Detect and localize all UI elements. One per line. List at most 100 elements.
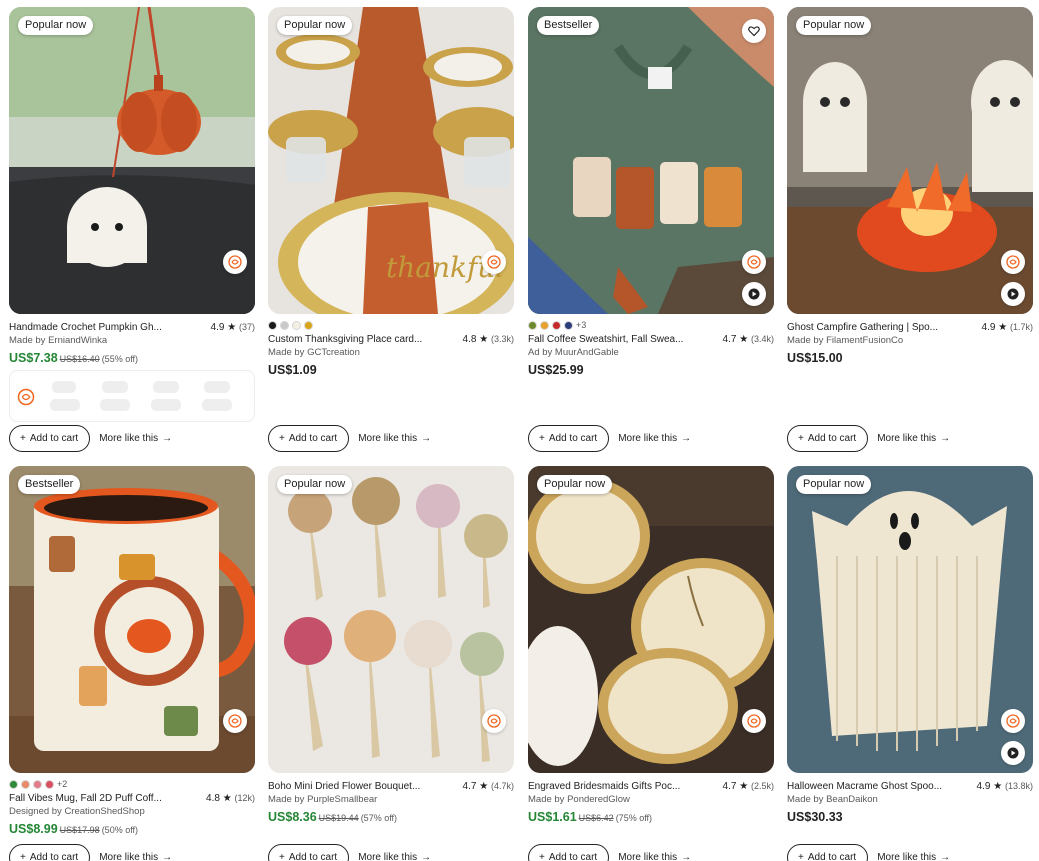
price: US$25.99 xyxy=(528,363,584,377)
plus-icon: + xyxy=(539,852,545,861)
etsy-bee-icon xyxy=(16,387,36,412)
product-image[interactable]: Popular now xyxy=(787,466,1033,773)
badge-bestseller: Bestseller xyxy=(18,475,81,494)
heart-icon[interactable] xyxy=(742,19,766,43)
badge-bestseller: Bestseller xyxy=(537,16,600,35)
play-icon[interactable] xyxy=(1001,741,1025,765)
more-like-this-link[interactable]: More like this → xyxy=(877,433,950,444)
arrow-right-icon: → xyxy=(940,852,951,861)
play-icon[interactable] xyxy=(1001,282,1025,306)
etsy-bee-icon xyxy=(1001,250,1025,274)
badge-popular-now: Popular now xyxy=(796,475,872,494)
product-card[interactable]: Popular now Boho Mini Dried Flower Bouqu… xyxy=(268,466,514,861)
product-card[interactable]: Popular now Handmade Crochet Pumpkin Gh.… xyxy=(9,7,255,452)
etsy-bee-icon xyxy=(482,709,506,733)
product-card[interactable]: Bestseller +2 Fall Vibes Mug, Fall 2D Pu… xyxy=(9,466,255,861)
product-title[interactable]: Fall Coffee Sweatshirt, Fall Swea... xyxy=(528,333,683,346)
product-title[interactable]: Custom Thanksgiving Place card... xyxy=(268,333,422,346)
product-title[interactable]: Ghost Campfire Gathering | Spo... xyxy=(787,321,938,334)
product-image[interactable]: Bestseller xyxy=(528,7,774,314)
add-to-cart-button[interactable]: + Add to cart xyxy=(268,844,350,861)
fall-vibes-mug-photo xyxy=(9,466,255,773)
price-row: US$1.61 US$6.42 (75% off) xyxy=(528,810,774,826)
ghost-campfire-photo xyxy=(787,7,1033,314)
product-title[interactable]: Fall Vibes Mug, Fall 2D Puff Coff... xyxy=(9,792,162,805)
plus-icon: + xyxy=(279,433,285,444)
original-price: US$16.40 xyxy=(59,354,100,364)
product-title[interactable]: Halloween Macrame Ghost Spoo... xyxy=(787,780,942,793)
add-to-cart-button[interactable]: + Add to cart xyxy=(268,425,350,452)
more-like-this-link[interactable]: More like this → xyxy=(618,852,691,861)
seller-name: Made by PurpleSmallbear xyxy=(268,794,378,805)
add-to-cart-button[interactable]: + Add to cart xyxy=(787,844,869,861)
more-like-this-link[interactable]: More like this → xyxy=(358,433,431,444)
plus-icon: + xyxy=(539,433,545,444)
product-title[interactable]: Engraved Bridesmaids Gifts Poc... xyxy=(528,780,680,793)
discount: (57% off) xyxy=(360,813,398,823)
product-image[interactable]: thankful Popular now xyxy=(268,7,514,314)
product-title[interactable]: Handmade Crochet Pumpkin Gh... xyxy=(9,321,162,334)
price: US$1.09 xyxy=(268,363,317,377)
star-icon: ★ xyxy=(739,781,749,792)
seller-name: Made by BeanDaikon xyxy=(787,794,878,805)
thanksgiving-place-card-photo: thankful xyxy=(268,7,514,314)
macrame-ghost-photo xyxy=(787,466,1033,773)
discount: (75% off) xyxy=(615,813,653,823)
product-card[interactable]: thankful Popular now Custom Thanksgiving… xyxy=(268,7,514,452)
product-image[interactable]: Bestseller xyxy=(9,466,255,773)
star-icon: ★ xyxy=(222,793,232,804)
more-like-this-link[interactable]: More like this → xyxy=(877,852,950,861)
etsy-bee-icon xyxy=(482,250,506,274)
badge-popular-now: Popular now xyxy=(796,16,872,35)
badge-popular-now: Popular now xyxy=(18,16,94,35)
badge-popular-now: Popular now xyxy=(277,475,353,494)
rating: 4.7 ★ (4.7k) xyxy=(462,781,514,792)
product-image[interactable]: Popular now xyxy=(528,466,774,773)
sale-price: US$7.38 xyxy=(9,351,58,365)
product-card[interactable]: Popular now Halloween Macrame Ghost Spoo… xyxy=(787,466,1033,861)
add-to-cart-button[interactable]: + Add to cart xyxy=(9,844,91,861)
product-card[interactable]: Popular now Engraved Bridesmaids Gifts P… xyxy=(528,466,774,861)
arrow-right-icon: → xyxy=(940,433,951,444)
product-image[interactable]: Popular now xyxy=(268,466,514,773)
add-to-cart-button[interactable]: + Add to cart xyxy=(528,844,610,861)
more-like-this-link[interactable]: More like this → xyxy=(618,433,691,444)
plus-icon: + xyxy=(279,852,285,861)
original-price: US$17.98 xyxy=(59,825,100,835)
play-icon[interactable] xyxy=(742,282,766,306)
arrow-right-icon: → xyxy=(162,433,173,444)
add-to-cart-button[interactable]: + Add to cart xyxy=(528,425,610,452)
seller-name: Made by PonderedGlow xyxy=(528,794,630,805)
plus-icon: + xyxy=(798,852,804,861)
star-icon: ★ xyxy=(998,322,1008,333)
price-row: US$15.00 xyxy=(787,351,1033,366)
seller-name: Ad by MuurAndGable xyxy=(528,347,619,358)
more-like-this-link[interactable]: More like this → xyxy=(358,852,431,861)
fall-coffee-sweatshirt-photo xyxy=(528,7,774,314)
loading-placeholder xyxy=(9,370,255,422)
arrow-right-icon: → xyxy=(162,852,173,861)
etsy-bee-icon xyxy=(1001,709,1025,733)
plus-icon: + xyxy=(20,433,26,444)
rating: 4.8 ★ (12k) xyxy=(206,793,255,804)
product-card[interactable]: Bestseller +3 Fall Coffee Sweatshirt, Fa… xyxy=(528,7,774,452)
product-image[interactable]: Popular now xyxy=(787,7,1033,314)
add-to-cart-button[interactable]: + Add to cart xyxy=(9,425,91,452)
add-to-cart-button[interactable]: + Add to cart xyxy=(787,425,869,452)
color-swatches xyxy=(268,320,514,330)
seller-name: Made by ErniandWinka xyxy=(9,335,108,346)
rating: 4.9 ★ (1.7k) xyxy=(981,322,1033,333)
price-row: US$30.33 xyxy=(787,810,1033,825)
product-title[interactable]: Boho Mini Dried Flower Bouquet... xyxy=(268,780,420,793)
rating: 4.7 ★ (3.4k) xyxy=(722,334,774,345)
more-like-this-link[interactable]: More like this → xyxy=(99,433,172,444)
product-card[interactable]: Popular now Ghost Campfire Gathering | S… xyxy=(787,7,1033,452)
star-icon: ★ xyxy=(739,334,749,345)
star-icon: ★ xyxy=(227,322,237,333)
more-like-this-link[interactable]: More like this → xyxy=(99,852,172,861)
crochet-pumpkin-ghost-photo xyxy=(9,7,255,314)
price-row: US$1.09 xyxy=(268,363,514,378)
original-price: US$6.42 xyxy=(578,813,614,823)
badge-popular-now: Popular now xyxy=(537,475,613,494)
product-image[interactable]: Popular now xyxy=(9,7,255,314)
